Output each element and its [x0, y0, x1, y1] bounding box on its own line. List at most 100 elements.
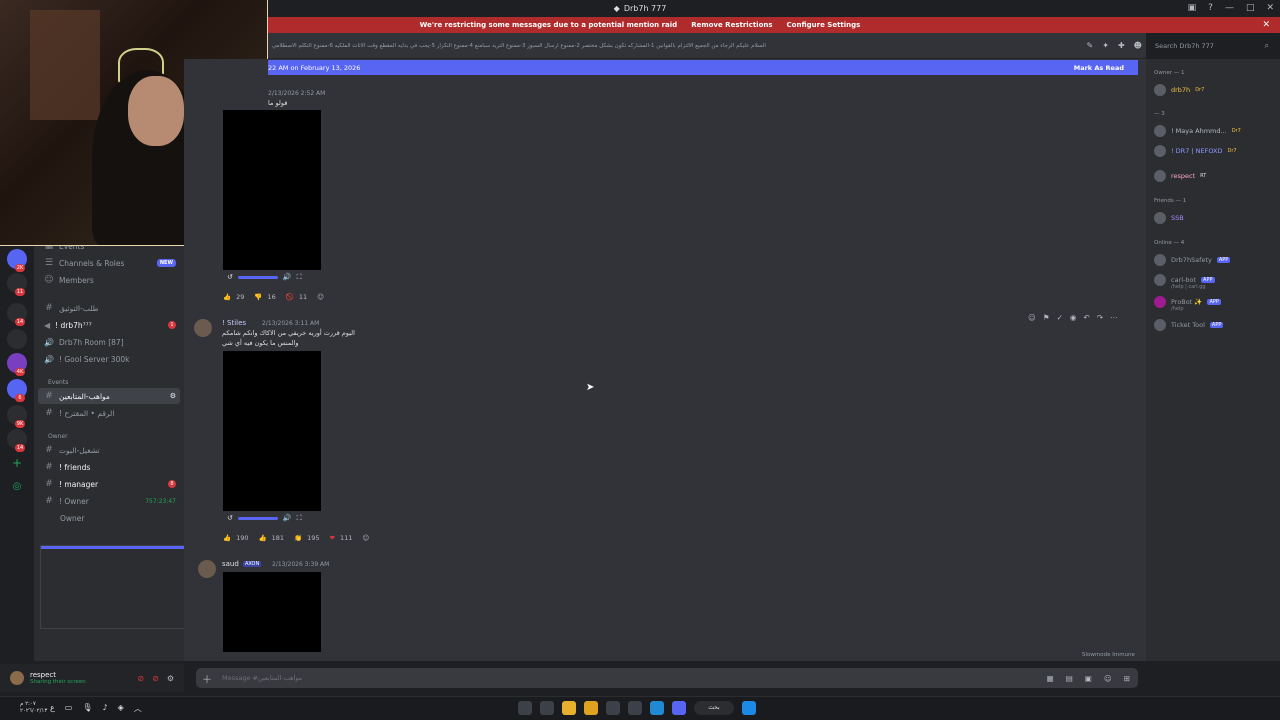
volume-icon[interactable]: 🔊	[283, 273, 292, 281]
folder-icon[interactable]	[584, 701, 598, 715]
new-messages-bar[interactable]: 22 AM on February 13, 2026 Mark As Read	[268, 60, 1138, 75]
help-icon[interactable]: ?	[1208, 3, 1213, 13]
add-reaction-icon[interactable]: ☺	[362, 534, 369, 542]
server-icon-3[interactable]: 14	[7, 303, 27, 326]
replay-icon[interactable]: ↺	[227, 273, 233, 281]
add-server-icon[interactable]: +	[7, 453, 27, 473]
user-settings-icon[interactable]: ⚙	[167, 674, 174, 683]
emoji-icon[interactable]: ◉	[1070, 313, 1077, 322]
reaction[interactable]: ❤ 111	[330, 534, 353, 542]
sticker-icon[interactable]: ▣	[1085, 674, 1092, 683]
channel-item[interactable]: Owner	[34, 510, 184, 526]
search-input[interactable]: Search Drb7h 777 ⌕	[1150, 38, 1274, 54]
minimize-button[interactable]: —	[1225, 3, 1234, 13]
member-item[interactable]: SSB	[1154, 210, 1184, 226]
remove-restrictions-button[interactable]: Remove Restrictions	[691, 21, 772, 29]
gif-icon[interactable]: ▤	[1066, 674, 1073, 683]
reaction[interactable]: 🚫 11	[286, 293, 307, 301]
channel-item[interactable]: # ! Owner 757:23:47	[34, 493, 184, 509]
flag-icon[interactable]: ⚑	[1043, 313, 1050, 322]
stream-app-icon[interactable]	[518, 701, 532, 715]
member-item[interactable]: Ticket Tool APP	[1154, 317, 1224, 333]
tray-expand-icon[interactable]: ︿	[134, 703, 142, 714]
channel-item-active[interactable]: # مواهب-المتابعين ⚙	[38, 388, 180, 404]
channel-item[interactable]: # ! الرقم • المقترح	[34, 405, 184, 421]
channel-item[interactable]: # ! manager 8	[34, 476, 184, 492]
server-icon-8[interactable]: 14	[7, 429, 27, 452]
more-icon[interactable]: ⋯	[1110, 313, 1118, 322]
fullscreen-icon[interactable]: ⛶	[297, 514, 302, 523]
pin-icon[interactable]: ✚	[1118, 41, 1125, 50]
app-icon[interactable]	[540, 701, 554, 715]
close-window-button[interactable]: ✕	[1266, 3, 1274, 13]
category-owner[interactable]: Owner	[48, 433, 68, 440]
video-attachment[interactable]	[223, 351, 321, 511]
network-icon[interactable]: ◈	[118, 703, 124, 714]
video-progress[interactable]	[237, 275, 278, 279]
discord-icon[interactable]	[672, 701, 686, 715]
message-composer[interactable]: ＋ Message #مواهب-المتابعين ▦ ▤ ▣ ☺ ⊞	[196, 668, 1138, 688]
emoji-icon[interactable]: ☺	[1104, 674, 1112, 683]
deafen-icon[interactable]: ⊘	[152, 674, 159, 683]
voice-channel-item[interactable]: 🔊 Drb7h Room [87]	[34, 334, 184, 350]
taskbar-clock[interactable]: ٢:٠٧ م ٢٠٢٦/٠٢/١٣	[20, 701, 47, 715]
avatar[interactable]	[194, 319, 212, 337]
member-item[interactable]: ! Maya Ahmmd... Dr7	[1154, 123, 1241, 139]
mute-icon[interactable]: ⊘	[137, 674, 144, 683]
server-icon-1[interactable]: 2K	[7, 249, 27, 272]
channel-item[interactable]: # تشغيل-البوت	[34, 442, 184, 458]
server-icon-5[interactable]: 4K	[7, 353, 27, 376]
channel-topic[interactable]: السلام عليكم الرجاء من الجميع الالتزام ب…	[272, 43, 766, 49]
threads-icon[interactable]: ✎	[1087, 41, 1094, 50]
video-attachment[interactable]	[223, 572, 321, 652]
replay-icon[interactable]: ↺	[227, 514, 233, 522]
chrome-icon[interactable]	[562, 701, 576, 715]
discover-icon[interactable]: ◎	[7, 477, 27, 497]
language-icon[interactable]: ع	[50, 703, 55, 714]
member-item[interactable]: Drb7hSafety APP	[1154, 252, 1231, 268]
video-attachment[interactable]	[223, 110, 321, 270]
windows-start-icon[interactable]	[742, 701, 756, 715]
edge-icon[interactable]	[650, 701, 664, 715]
gift-icon[interactable]: ▦	[1047, 674, 1054, 683]
reaction[interactable]: 👍 29	[223, 293, 244, 301]
user-info[interactable]: respect Sharing their screen	[30, 671, 86, 685]
channel-item[interactable]: ◀ ! drb7h⁷⁷⁷ 1	[34, 317, 184, 333]
channel-item[interactable]: # ! friends	[34, 459, 184, 475]
configure-settings-button[interactable]: Configure Settings	[787, 21, 861, 29]
message-author[interactable]: saud	[222, 560, 239, 568]
fullscreen-icon[interactable]: ⛶	[297, 273, 302, 282]
channel-item[interactable]: # طلب-التوثيق	[34, 300, 184, 316]
store-icon[interactable]	[606, 701, 620, 715]
forward-icon[interactable]: ↷	[1097, 313, 1103, 322]
settings-icon[interactable]: ⚙	[170, 392, 176, 400]
mic-icon[interactable]: 🎙	[82, 703, 92, 714]
member-item[interactable]: ! DR7 | NEFOXD Dr7	[1154, 143, 1237, 159]
add-reaction-icon[interactable]: ☺	[317, 293, 324, 301]
reaction[interactable]: 👎 16	[254, 293, 275, 301]
volume-icon[interactable]: ♪	[103, 703, 108, 714]
battery-icon[interactable]: ▭	[65, 703, 73, 714]
volume-icon[interactable]: 🔊	[283, 514, 292, 522]
add-attachment-icon[interactable]: ＋	[202, 671, 212, 686]
reaction[interactable]: 👍 190	[223, 534, 249, 542]
member-item[interactable]: drb7h Dr7	[1154, 82, 1204, 98]
steam-icon[interactable]	[628, 701, 642, 715]
apps-icon[interactable]: ⊞	[1124, 674, 1130, 683]
voice-channel-item[interactable]: 🔊 ! Gool Server 300k	[34, 351, 184, 367]
video-progress[interactable]	[237, 516, 278, 520]
avatar[interactable]	[198, 560, 216, 578]
notifications-icon[interactable]: ✦	[1102, 41, 1109, 50]
reaction[interactable]: 👏 195	[294, 534, 320, 542]
message-author[interactable]: ! Stiles	[222, 319, 246, 327]
member-item[interactable]: respect RT	[1154, 168, 1206, 184]
members-link[interactable]: ☺ Members	[34, 272, 184, 288]
reaction[interactable]: 👍 181	[259, 534, 285, 542]
channels-roles-link[interactable]: ☰ Channels & Roles NEW	[34, 255, 184, 271]
screen-share-preview[interactable]	[40, 545, 191, 629]
category-events[interactable]: Events	[48, 379, 68, 386]
reply-icon[interactable]: ↶	[1083, 313, 1089, 322]
member-list-icon[interactable]: ☻	[1134, 41, 1142, 50]
server-icon-7[interactable]: 9K	[7, 405, 27, 428]
avatar[interactable]	[10, 671, 24, 685]
